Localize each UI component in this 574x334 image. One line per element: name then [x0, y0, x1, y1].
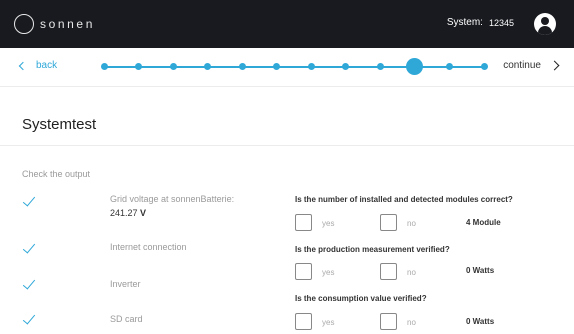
brand-name: sonnen — [40, 17, 95, 31]
no-label: no — [407, 318, 416, 327]
checkmark-icon — [22, 193, 36, 207]
production-yes-checkbox[interactable] — [295, 263, 312, 280]
modules-yes-checkbox[interactable] — [295, 214, 312, 231]
system-label: System: — [446, 17, 483, 28]
no-label: no — [407, 268, 416, 277]
question-modules: Is the number of installed and detected … — [295, 195, 513, 204]
consumption-answer: 0 Watts — [466, 317, 495, 326]
continue-label: continue — [503, 60, 541, 71]
progress-step — [376, 63, 384, 70]
chevron-right-icon — [549, 60, 560, 71]
yes-label: yes — [322, 219, 335, 228]
progress-step — [445, 63, 453, 70]
check-label: Grid voltage at sonnenBatterie: — [110, 194, 235, 204]
system-info: System: 12345 — [447, 17, 514, 28]
progress-step — [100, 63, 108, 70]
user-account-icon[interactable] — [534, 13, 556, 35]
continue-button[interactable]: continue — [503, 60, 560, 71]
system-id: 12345 — [488, 17, 514, 28]
production-no-checkbox[interactable] — [380, 263, 397, 280]
checkmark-icon — [22, 240, 36, 254]
logo-ring-icon — [14, 14, 34, 34]
progress-step — [480, 63, 488, 70]
progress-step — [204, 63, 212, 70]
progress-step — [307, 63, 315, 70]
sonnen-logo[interactable]: sonnen — [14, 14, 95, 34]
consumption-no-checkbox[interactable] — [380, 313, 397, 330]
consumption-yes-checkbox[interactable] — [295, 313, 312, 330]
question-production: Is the production measurement verified? — [295, 245, 450, 254]
chevron-left-icon — [18, 61, 28, 70]
divider — [0, 86, 574, 87]
grid-voltage-value: 241.27 V — [110, 208, 147, 218]
progress-step — [135, 63, 143, 70]
check-label: SD card — [110, 314, 143, 324]
page-title: Systemtest — [22, 116, 97, 133]
progress-step — [238, 63, 246, 70]
progress-step — [169, 63, 177, 70]
top-header: sonnen System: 12345 — [0, 0, 574, 48]
checkmark-icon — [22, 276, 36, 290]
progress-step — [342, 63, 350, 70]
yes-label: yes — [322, 268, 335, 277]
modules-no-checkbox[interactable] — [380, 214, 397, 231]
divider — [0, 145, 574, 146]
no-label: no — [407, 219, 416, 228]
check-label: Inverter — [110, 279, 141, 289]
back-label: back — [36, 60, 58, 71]
question-consumption: Is the consumption value verified? — [295, 294, 427, 303]
check-label: Internet connection — [110, 242, 187, 252]
check-heading: Check the output — [22, 169, 91, 179]
back-button[interactable]: back — [18, 60, 58, 71]
checkmark-icon — [22, 311, 36, 325]
modules-answer: 4 Module — [466, 218, 501, 227]
production-answer: 0 Watts — [466, 266, 495, 275]
wizard-navigation: back continue — [0, 48, 574, 86]
progress-track — [104, 66, 484, 68]
progress-step-current — [406, 58, 424, 75]
yes-label: yes — [322, 318, 335, 327]
progress-step — [273, 63, 281, 70]
